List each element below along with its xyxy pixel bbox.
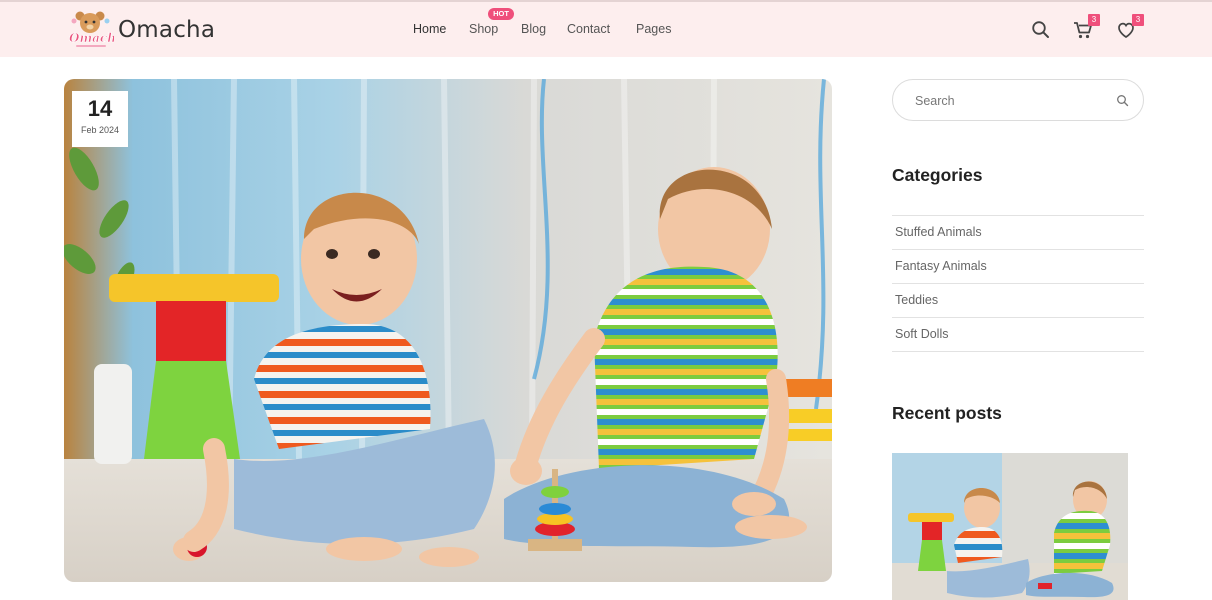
recent-posts-title: Recent posts	[892, 403, 1002, 423]
nav-pages[interactable]: Pages	[636, 22, 671, 36]
search-icon[interactable]	[1030, 19, 1052, 41]
brand-name: Omacha	[118, 17, 216, 43]
sidebar-search	[892, 79, 1144, 121]
nav-blog[interactable]: Blog	[521, 22, 546, 36]
teddy-bear-logo-icon: Omacha	[68, 9, 124, 51]
category-soft-dolls[interactable]: Soft Dolls	[892, 318, 1144, 352]
site-header: Omacha Omacha Home Shop Blog Contact Pag…	[0, 2, 1212, 57]
search-input[interactable]	[915, 91, 1105, 111]
post-date-month: Feb 2024	[80, 125, 120, 135]
svg-text:Omacha: Omacha	[69, 31, 114, 45]
categories-title: Categories	[892, 165, 983, 185]
wishlist-count-badge: 3	[1132, 14, 1144, 26]
category-fantasy-animals[interactable]: Fantasy Animals	[892, 250, 1144, 284]
recent-post-thumbnail[interactable]	[892, 453, 1128, 600]
category-list: Stuffed Animals Fantasy Animals Teddies …	[892, 215, 1144, 352]
category-stuffed-animals[interactable]: Stuffed Animals	[892, 216, 1144, 250]
nav-shop[interactable]: Shop	[469, 22, 498, 36]
site-logo[interactable]: Omacha Omacha	[68, 9, 215, 51]
post-date-day: 14	[87, 96, 113, 121]
nav-home[interactable]: Home	[413, 22, 446, 36]
post-date-badge: 14 Feb 2024	[72, 91, 128, 147]
search-submit-icon[interactable]	[1115, 93, 1131, 109]
category-teddies[interactable]: Teddies	[892, 284, 1144, 318]
nav-contact[interactable]: Contact	[567, 22, 610, 36]
hot-badge: HOT	[488, 8, 514, 20]
post-featured-image[interactable]	[64, 79, 832, 582]
cart-count-badge: 3	[1088, 14, 1100, 26]
